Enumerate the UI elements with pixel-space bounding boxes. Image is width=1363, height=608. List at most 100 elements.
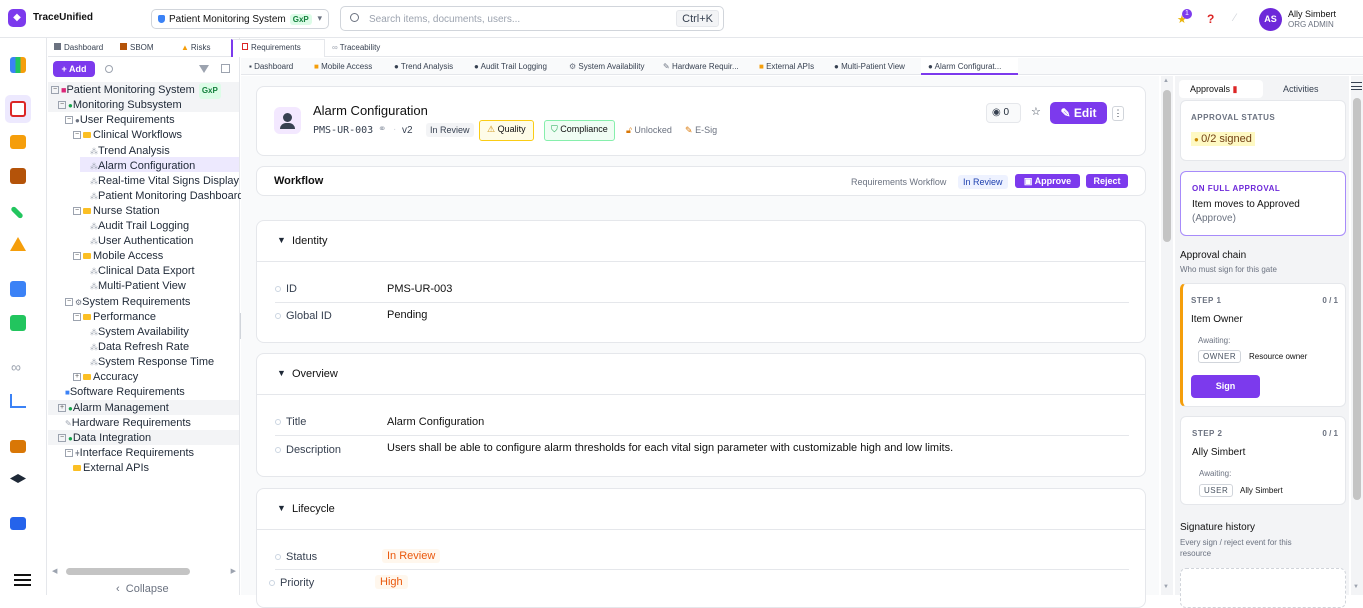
search-input[interactable]: Search items, documents, users... Ctrl+K bbox=[340, 6, 724, 31]
tab-traceability[interactable]: ∞ Traceability bbox=[332, 43, 380, 52]
tree-node[interactable]: − ■Patient Monitoring System GxP bbox=[51, 83, 221, 99]
tree-node[interactable]: − ●User Requirements bbox=[65, 113, 175, 127]
tree-node[interactable]: + ●Alarm Management bbox=[58, 401, 169, 415]
priority-pill[interactable]: High bbox=[375, 575, 408, 589]
tab-risks[interactable]: ▲ Risks bbox=[181, 43, 210, 52]
app-logo-icon[interactable]: ◆ bbox=[8, 9, 26, 27]
tab-dashboard[interactable]: Dashboard bbox=[54, 43, 103, 52]
tree-node-selected[interactable]: ⁂Alarm Configuration bbox=[90, 159, 195, 173]
star-icon[interactable]: ☆ bbox=[1031, 105, 1041, 118]
tree-node[interactable]: ⁂Data Refresh Rate bbox=[90, 340, 189, 354]
inbox-icon[interactable] bbox=[10, 517, 26, 530]
filter-icon[interactable] bbox=[199, 65, 209, 73]
compliance-tag[interactable]: ⛉ Compliance bbox=[544, 120, 615, 141]
dashboard-icon[interactable] bbox=[10, 57, 26, 73]
add-button[interactable]: + Add bbox=[53, 61, 95, 77]
tree-scrollbar[interactable]: ◀ ▶ bbox=[52, 566, 236, 576]
on-full-label: ON FULL APPROVAL bbox=[1192, 184, 1281, 193]
identity-header[interactable]: ▼ Identity bbox=[257, 221, 1145, 262]
tree-node[interactable]: ⁂System Response Time bbox=[90, 355, 214, 369]
tree-node[interactable]: + Accuracy bbox=[73, 370, 138, 384]
graduation-icon[interactable] bbox=[10, 474, 26, 483]
tree-node[interactable]: − ⚙System Requirements bbox=[65, 295, 190, 309]
reject-button[interactable]: Reject bbox=[1086, 174, 1128, 188]
field-value[interactable]: Users shall be able to configure alarm t… bbox=[387, 442, 953, 454]
tree-node[interactable]: − ●Data Integration bbox=[58, 431, 151, 445]
subtab[interactable]: ■ Mobile Access bbox=[314, 62, 372, 71]
tree-node[interactable]: ■Software Requirements bbox=[65, 385, 185, 399]
lifecycle-header[interactable]: ▼ Lifecycle bbox=[257, 489, 1145, 530]
chart-icon[interactable] bbox=[10, 394, 26, 408]
tab-sbom[interactable]: SBOM bbox=[120, 43, 154, 52]
check-icon[interactable] bbox=[10, 315, 26, 331]
more-menu-button[interactable]: ⋮ bbox=[1112, 106, 1124, 121]
field-label-text: Priority bbox=[280, 577, 315, 589]
field-value[interactable]: PMS-UR-003 bbox=[387, 283, 452, 295]
project-selector[interactable]: Patient Monitoring System GxP ▾ bbox=[151, 9, 329, 29]
field-value[interactable]: Pending bbox=[387, 309, 427, 321]
watchers-button[interactable]: ◉ 0 bbox=[986, 103, 1021, 123]
tree-node[interactable]: ⁂User Authentication bbox=[90, 234, 193, 248]
tree-node[interactable]: ⁂Clinical Data Export bbox=[90, 264, 195, 278]
subtab[interactable]: ● Trend Analysis bbox=[394, 62, 453, 71]
gantt-icon[interactable] bbox=[10, 135, 26, 149]
approve-button[interactable]: ▣ Approve bbox=[1015, 174, 1080, 188]
layout-icon[interactable] bbox=[221, 64, 230, 73]
copy-link-icon[interactable]: ⚭ bbox=[378, 124, 386, 135]
main-scrollbar[interactable]: ▲ ▼ bbox=[1161, 76, 1173, 595]
approval-status-card: APPROVAL STATUS ● 0/2 signed bbox=[1180, 100, 1346, 161]
tree-node[interactable]: ⁂Trend Analysis bbox=[90, 144, 170, 158]
panel-menu-icon[interactable] bbox=[1351, 82, 1362, 90]
tree-node[interactable]: − Mobile Access bbox=[73, 249, 163, 263]
lifecycle-card: ▼ Lifecycle Status In Review Priority Hi… bbox=[256, 488, 1146, 608]
tree-node[interactable]: − Clinical Workflows bbox=[73, 128, 182, 142]
tree-node[interactable]: ✎Hardware Requirements bbox=[65, 416, 191, 430]
quality-tag[interactable]: ⚠ Quality bbox=[479, 120, 534, 141]
subtab[interactable]: ■ External APIs bbox=[759, 62, 814, 71]
lock-state[interactable]: 🔓︎ Unlocked bbox=[626, 125, 672, 136]
subtab[interactable]: ● Multi-Patient View bbox=[834, 62, 905, 71]
menu-icon[interactable] bbox=[14, 574, 31, 586]
subtab[interactable]: ● Alarm Configurat... bbox=[928, 62, 1001, 71]
collapse-button[interactable]: ‹ Collapse bbox=[116, 583, 169, 595]
edit-button[interactable]: ✎ Edit bbox=[1050, 102, 1107, 124]
package-icon[interactable] bbox=[10, 168, 26, 184]
warning-icon[interactable] bbox=[10, 237, 26, 251]
test-icon[interactable] bbox=[10, 205, 24, 220]
sign-button[interactable]: Sign bbox=[1191, 375, 1260, 398]
link-icon[interactable]: ∞ bbox=[11, 359, 21, 375]
tree-node[interactable]: ⁂Audit Trail Logging bbox=[90, 219, 189, 233]
tree-node[interactable]: ⁂Multi-Patient View bbox=[90, 279, 186, 293]
tree-node[interactable]: − Performance bbox=[73, 310, 156, 324]
avatar[interactable]: AS bbox=[1259, 8, 1282, 31]
awaiting-label: Awaiting: bbox=[1199, 469, 1232, 478]
field-label-text: ID bbox=[286, 283, 297, 295]
subtab[interactable]: ● Audit Trail Logging bbox=[474, 62, 547, 71]
overview-header[interactable]: ▼ Overview bbox=[257, 354, 1145, 395]
tree-node[interactable]: − ǂInterface Requirements bbox=[65, 446, 194, 460]
esig-indicator[interactable]: ✎ E-Sig bbox=[685, 125, 717, 136]
gxp-badge: GxP bbox=[289, 14, 312, 25]
status-pill[interactable]: In Review bbox=[382, 549, 441, 563]
tree-node[interactable]: − Nurse Station bbox=[73, 204, 160, 218]
subtab[interactable]: ⚙ System Availability bbox=[569, 62, 645, 71]
theme-icon[interactable]: ⁄ bbox=[1234, 12, 1236, 24]
tab-approvals[interactable]: Approvals ▮ bbox=[1179, 80, 1263, 98]
tree-node[interactable]: ⁂Real-time Vital Signs Display bbox=[90, 174, 239, 188]
tree-node[interactable]: ⁂System Availability bbox=[90, 325, 189, 339]
requirements-icon[interactable] bbox=[10, 101, 26, 117]
scroll-icon[interactable] bbox=[10, 440, 26, 453]
tree-search-icon[interactable] bbox=[105, 65, 113, 73]
tree-node[interactable]: − ●Monitoring Subsystem bbox=[58, 98, 182, 112]
right-scrollbar[interactable]: ▼ bbox=[1351, 76, 1363, 595]
app-name[interactable]: TraceUnified bbox=[33, 12, 93, 23]
tab-requirements[interactable]: Requirements bbox=[242, 43, 301, 52]
tree-node[interactable]: ⁂Patient Monitoring Dashboard bbox=[90, 189, 244, 203]
help-icon[interactable]: ? bbox=[1207, 12, 1214, 26]
subtab[interactable]: ✎ Hardware Requir... bbox=[663, 62, 739, 71]
subtab[interactable]: ▪ Dashboard bbox=[249, 62, 293, 71]
calendar-icon[interactable] bbox=[10, 281, 26, 297]
tab-activities[interactable]: Activities bbox=[1283, 84, 1319, 94]
field-value[interactable]: Alarm Configuration bbox=[387, 416, 484, 428]
tree-node[interactable]: External APIs bbox=[73, 461, 149, 475]
